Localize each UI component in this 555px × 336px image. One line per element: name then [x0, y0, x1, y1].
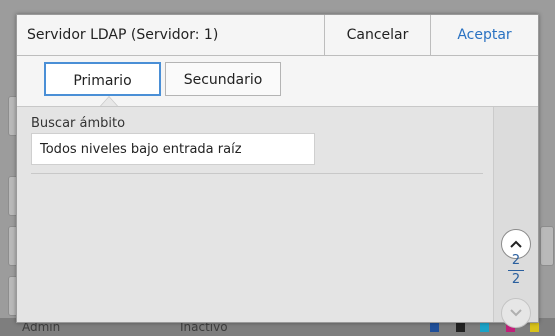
current-page: 2 [511, 253, 521, 268]
background-side-tab [540, 226, 554, 266]
page-separator [508, 270, 524, 271]
divider [31, 173, 483, 174]
chevron-down-icon [510, 309, 522, 317]
dialog-header: Servidor LDAP (Servidor: 1) Cancelar Ace… [17, 15, 538, 56]
chevron-up-icon [510, 240, 522, 248]
search-scope-label: Buscar ámbito [31, 116, 126, 131]
tab-primary[interactable]: Primario [44, 62, 161, 96]
ink-swatch-icon [456, 322, 465, 332]
search-scope-field[interactable]: Todos niveles bajo entrada raíz [31, 133, 315, 165]
tab-secondary[interactable]: Secundario [165, 62, 281, 96]
cancel-button[interactable]: Cancelar [324, 15, 431, 55]
active-tab-pointer [101, 97, 117, 106]
ink-swatch-icon [480, 322, 489, 332]
ldap-server-dialog: Servidor LDAP (Servidor: 1) Cancelar Ace… [16, 14, 539, 328]
page-scroller: 2 2 [493, 107, 538, 328]
ink-swatch-icon [430, 322, 439, 332]
dialog-title: Servidor LDAP (Servidor: 1) [27, 27, 219, 43]
total-pages: 2 [511, 272, 521, 287]
settings-content: Buscar ámbito Todos niveles bajo entrada… [17, 107, 493, 322]
scroll-down-button[interactable] [501, 298, 531, 328]
accept-button[interactable]: Aceptar [431, 15, 538, 55]
ink-swatch-icon [530, 322, 539, 332]
server-tabs: Primario Secundario [17, 56, 538, 107]
